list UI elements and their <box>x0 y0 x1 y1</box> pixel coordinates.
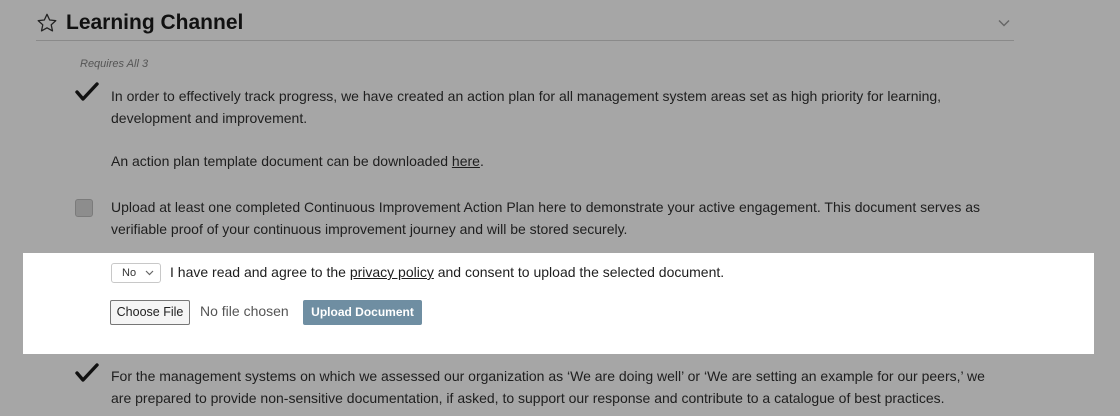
template-after: . <box>479 153 484 169</box>
consent-select[interactable]: No <box>111 263 161 283</box>
chevron-down-icon[interactable] <box>998 18 1010 28</box>
choose-file-button[interactable]: Choose File <box>110 300 190 325</box>
upload-panel: No I have read and agree to the privacy … <box>23 253 1094 354</box>
item-2-text: Upload at least one completed Continuous… <box>111 196 991 240</box>
item-3-line2: are prepared to provide non-sensitive do… <box>111 390 945 406</box>
item-2-line1: Upload at least one completed Continuous… <box>111 199 981 215</box>
template-download-text: An action plan template document can be … <box>111 150 991 172</box>
checkmark-icon[interactable] <box>75 362 99 384</box>
item-3-line1: For the management systems on which we a… <box>111 368 985 384</box>
item-3-text: For the management systems on which we a… <box>111 365 991 409</box>
upload-document-button[interactable]: Upload Document <box>303 300 422 325</box>
item-2-checkbox[interactable] <box>75 199 93 217</box>
item-2-line2: verifiable proof of your continuous impr… <box>111 221 628 237</box>
item-1-line1: In order to effectively track progress, … <box>111 88 942 104</box>
checkmark-icon[interactable] <box>75 81 99 103</box>
section-header[interactable]: Learning Channel <box>36 8 1014 41</box>
item-1-text: In order to effectively track progress, … <box>111 85 991 129</box>
agree-before: I have read and agree to the <box>170 264 350 280</box>
requires-note: Requires All 3 <box>80 58 149 70</box>
agree-after: and consent to upload the selected docum… <box>433 264 725 280</box>
star-outline-icon[interactable] <box>36 12 58 34</box>
template-download-link[interactable]: here <box>452 153 480 169</box>
consent-select-value: No <box>122 267 137 279</box>
no-file-label: No file chosen <box>200 303 289 319</box>
section-title: Learning Channel <box>66 11 244 34</box>
template-text: An action plan template document can be … <box>111 153 452 169</box>
privacy-policy-link[interactable]: privacy policy <box>350 264 434 280</box>
item-1-line2: development and improvement. <box>111 110 308 126</box>
select-chevron-icon <box>145 270 154 276</box>
consent-text: I have read and agree to the privacy pol… <box>170 264 724 280</box>
